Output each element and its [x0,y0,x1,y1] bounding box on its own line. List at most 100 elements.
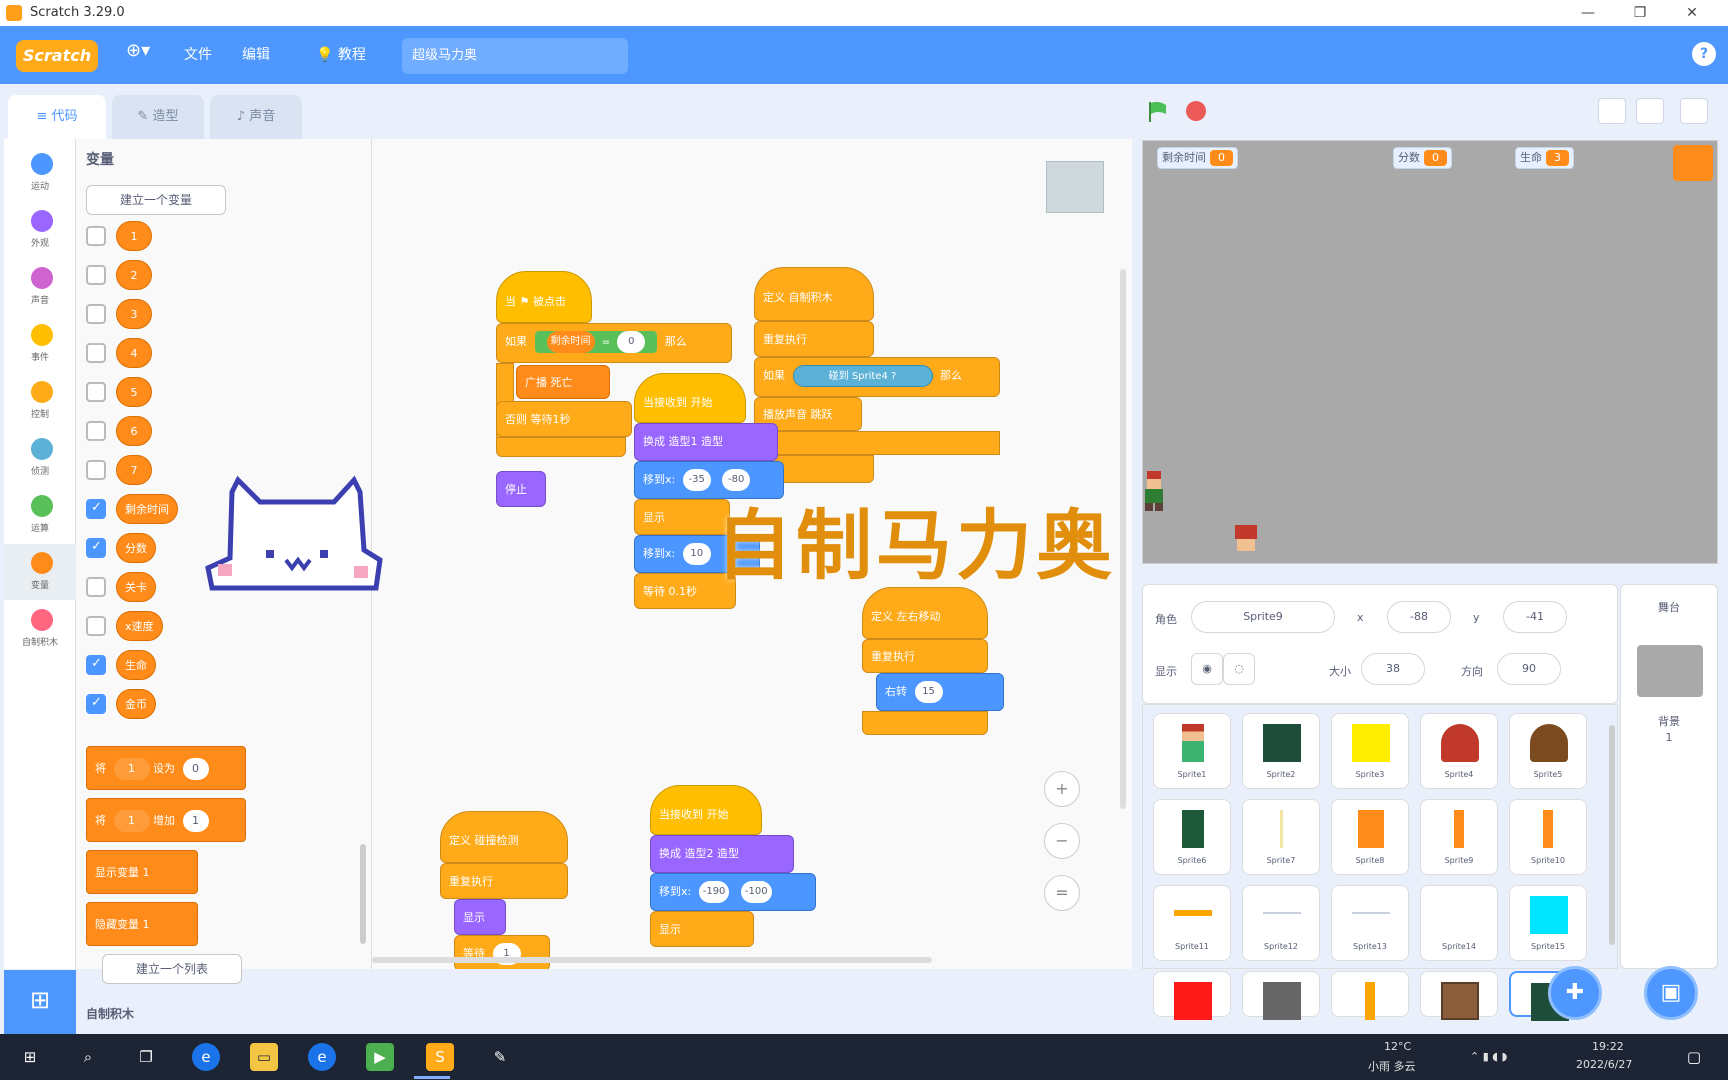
when-flag-clicked-block[interactable]: 当 ⚑ 被点击 [496,271,592,323]
equals-operator[interactable]: 剩余时间 = 0 [534,331,658,353]
category-1[interactable]: 运动 [4,145,76,201]
choose-backdrop-button[interactable]: ▣ [1644,966,1698,1020]
x-position-input[interactable]: -88 [1387,601,1451,633]
notification-icon[interactable]: ▢ [1680,1043,1708,1071]
switch-costume-block-2[interactable]: 换成 造型2 造型 [650,835,794,873]
sprite-tile[interactable]: Sprite15 [1509,885,1587,961]
clock-date[interactable]: 2022/6/27 [1576,1058,1632,1071]
if-else-block[interactable]: 如果 剩余时间 = 0 那么 [496,323,732,363]
category-6[interactable]: 侦测 [4,430,76,486]
palette-scrollbar[interactable] [360,844,366,944]
pen-app-icon[interactable]: ✎ [486,1043,514,1071]
sprite-tile[interactable] [1420,971,1498,1020]
category-2[interactable]: 外观 [4,202,76,258]
large-stage-button[interactable] [1636,98,1664,124]
search-icon[interactable]: ⌕ [74,1043,102,1071]
make-list-button[interactable]: 建立一个列表 [102,954,242,984]
file-menu[interactable]: 文件 [184,44,212,64]
sprite-name-input[interactable]: Sprite9 [1191,601,1335,633]
workspace-minimap[interactable] [1046,161,1104,213]
variable-reporter[interactable]: x速度 [116,611,163,641]
scratch-taskbar-icon[interactable]: S [426,1043,454,1071]
variable-reporter[interactable]: 3 [116,299,152,329]
variable-checkbox[interactable] [86,499,106,519]
choose-sprite-button[interactable]: ✚ [1548,966,1602,1020]
sprite-tile[interactable]: Sprite13 [1331,885,1409,961]
go-to-xy-block-3[interactable]: 移到x: -190 -100 [650,873,816,911]
sprite-list-scrollbar[interactable] [1609,725,1615,945]
sprite-tile[interactable]: Sprite9 [1420,799,1498,875]
monitor-lives[interactable]: 生命 3 [1515,147,1574,169]
media-player-icon[interactable]: ▶ [366,1043,394,1071]
workspace-vertical-scrollbar[interactable] [1120,269,1126,809]
monitor-score[interactable]: 分数 0 [1393,147,1452,169]
variable-checkbox[interactable] [86,382,106,402]
sprite-tile[interactable]: Sprite8 [1331,799,1409,875]
variable-reporter[interactable]: 分数 [116,533,156,563]
variable-checkbox[interactable] [86,343,106,363]
stage-canvas[interactable]: 剩余时间 0 分数 0 生命 3 [1142,140,1718,564]
show-visible-button[interactable]: ◉ [1191,653,1223,685]
variable-checkbox[interactable] [86,616,106,636]
sprite-tile[interactable]: Sprite5 [1509,713,1587,789]
variable-checkbox[interactable] [86,577,106,597]
broadcast-death-block[interactable]: 广播 死亡 [516,365,610,399]
variable-reporter[interactable]: 7 [116,455,152,485]
equals-value[interactable]: 0 [617,331,646,353]
sprite-tile[interactable] [1242,971,1320,1020]
maximize-button[interactable]: ❐ [1620,1,1660,25]
sprite-tile[interactable]: Sprite4 [1420,713,1498,789]
switch-costume-block[interactable]: 换成 造型1 造型 [634,423,778,461]
direction-input[interactable]: 90 [1497,653,1561,685]
sprite-tile[interactable]: Sprite11 [1153,885,1231,961]
fullscreen-icon[interactable] [1680,98,1708,124]
sprite-tile[interactable]: Sprite14 [1420,885,1498,961]
else-branch-block[interactable]: 否则 等待1秒 [496,401,632,437]
when-receive-start-block-2[interactable]: 当接收到 开始 [650,785,762,835]
variable-reporter[interactable]: 金币 [116,689,156,719]
stage-orange-button[interactable] [1673,145,1713,181]
edge-browser-icon[interactable]: e [192,1043,220,1071]
variable-reporter[interactable]: 剩余时间 [116,494,178,524]
variable-checkbox[interactable] [86,226,106,246]
minimize-button[interactable]: — [1568,1,1608,25]
tray-icons[interactable]: ⌃ ▮ ◖ ◗ [1470,1050,1507,1063]
task-view-icon[interactable]: ❐ [132,1043,160,1071]
category-5[interactable]: 控制 [4,373,76,429]
category-9[interactable]: 自制积木 [4,601,76,657]
sprite-tile[interactable]: Sprite1 [1153,713,1231,789]
edit-menu[interactable]: 编辑 [242,44,270,64]
sprite-tile[interactable]: Sprite7 [1242,799,1320,875]
variable-reporter[interactable]: 1 [116,221,152,251]
forever-block-2[interactable]: 重复执行 [862,639,988,673]
stop-icon[interactable] [1186,101,1206,121]
edge-beta-icon[interactable]: e [308,1043,336,1071]
category-3[interactable]: 声音 [4,259,76,315]
variable-reporter[interactable]: 5 [116,377,152,407]
sprite-tile[interactable]: Sprite2 [1242,713,1320,789]
tab-costumes[interactable]: ✎ 造型 [112,95,204,139]
variable-checkbox[interactable] [86,421,106,441]
variable-checkbox[interactable] [86,460,106,480]
change-block-var[interactable]: 1 [113,810,150,832]
goto-x-value[interactable]: -35 [682,469,711,491]
sprite-tile[interactable]: Sprite10 [1509,799,1587,875]
variable-checkbox[interactable] [86,538,106,558]
zoom-reset-button[interactable]: = [1044,875,1080,911]
stage-target-panel[interactable]: 舞台 背景 1 [1620,584,1718,969]
project-title-input[interactable]: 超级马力奥 [402,38,628,74]
globe-icon[interactable]: ⊕▾ [126,40,150,61]
green-flag-icon[interactable] [1146,100,1170,128]
define-collision-block[interactable]: 定义 碰撞检测 [440,811,568,863]
tab-code[interactable]: ≡ 代码 [8,95,106,139]
goto3-y-value[interactable]: -100 [740,881,772,903]
if-touching-block[interactable]: 如果 碰到 Sprite4 ? 那么 [754,357,1000,397]
variable-checkbox[interactable] [86,265,106,285]
variable-checkbox[interactable] [86,694,106,714]
zoom-in-button[interactable]: + [1044,771,1080,807]
add-extension-button[interactable]: ⊞ [4,970,76,1034]
variable-reporter[interactable]: 6 [116,416,152,446]
variable-reporter[interactable]: 关卡 [116,572,156,602]
windows-start-icon[interactable]: ⊞ [16,1043,44,1071]
forever-block[interactable]: 重复执行 [754,321,874,357]
